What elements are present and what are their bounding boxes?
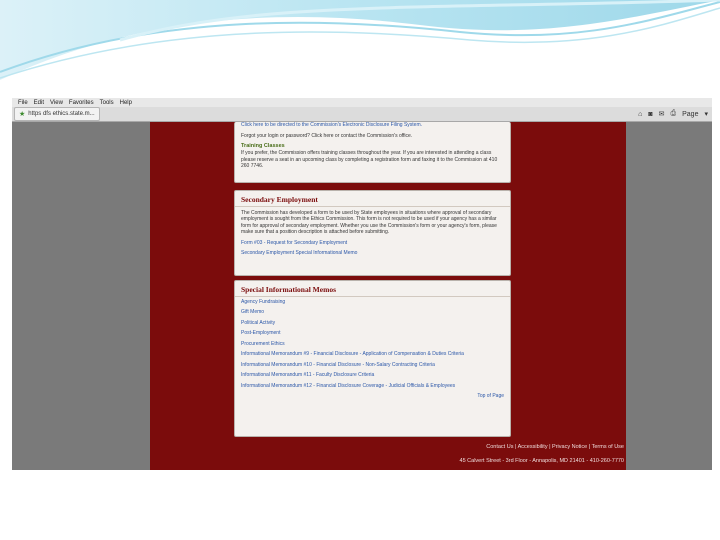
form-03-link[interactable]: Form #03 - Request for Secondary Employm… — [235, 238, 510, 249]
browser-screenshot: File Edit View Favorites Tools Help ★ ht… — [12, 98, 712, 470]
top-of-page-link[interactable]: Top of Page — [235, 391, 510, 402]
training-text: If you prefer, the Commission offers tra… — [241, 150, 498, 170]
training-title: Training Classes — [241, 143, 285, 149]
special-memos-title: Special Informational Memos — [235, 281, 510, 297]
print-icon[interactable]: ⎙ — [671, 110, 677, 118]
memo-link[interactable]: Procurement Ethics — [235, 339, 510, 350]
toolbar-icons: ⌂ ◙ ✉ ⎙ Page ▾ — [638, 110, 712, 118]
menu-tools[interactable]: Tools — [100, 100, 114, 106]
menu-file[interactable]: File — [18, 100, 28, 106]
home-icon[interactable]: ⌂ — [638, 111, 642, 118]
secondary-employment-panel: Secondary Employment The Commission has … — [234, 190, 511, 276]
menu-favorites[interactable]: Favorites — [69, 100, 94, 106]
login-panel: Click here to be directed to the Commiss… — [234, 122, 511, 183]
web-content: Click here to be directed to the Commiss… — [12, 122, 712, 470]
menu-view[interactable]: View — [50, 100, 63, 106]
favorite-star-icon[interactable]: ★ — [19, 110, 25, 118]
memo-link[interactable]: Informational Memorandum #12 - Financial… — [235, 381, 510, 392]
menu-help[interactable]: Help — [120, 100, 132, 106]
menu-edit[interactable]: Edit — [34, 100, 44, 106]
memo-link[interactable]: Informational Memorandum #11 - Faculty D… — [235, 370, 510, 381]
tab-url: https dfs ethics.state.m... — [28, 111, 95, 117]
decorative-swoosh — [0, 0, 720, 80]
footer-address: 45 Calvert Street - 3rd Floor - Annapoli… — [459, 458, 624, 464]
browser-tab[interactable]: ★ https dfs ethics.state.m... — [14, 107, 100, 121]
memo-link[interactable]: Informational Memorandum #10 - Financial… — [235, 360, 510, 371]
memo-link[interactable]: Informational Memorandum #9 - Financial … — [235, 349, 510, 360]
page-menu-icon[interactable]: ▾ — [704, 110, 708, 118]
memo-link[interactable]: Political Activity — [235, 318, 510, 329]
browser-toolbar: ★ https dfs ethics.state.m... ⌂ ◙ ✉ ⎙ Pa… — [12, 107, 712, 122]
memo-link[interactable]: Post-Employment — [235, 328, 510, 339]
mail-icon[interactable]: ✉ — [659, 110, 665, 118]
feeds-icon[interactable]: ◙ — [648, 111, 652, 118]
memo-link[interactable]: Agency Fundraising — [235, 297, 510, 308]
secondary-employment-memo-link[interactable]: Secondary Employment Special Information… — [235, 248, 510, 259]
forgot-login-text[interactable]: Forgot your login or password? Click her… — [235, 133, 510, 140]
page-menu[interactable]: Page — [682, 111, 698, 118]
efiling-link[interactable]: Click here to be directed to the Commiss… — [235, 122, 510, 129]
footer-links[interactable]: Contact Us | Accessibility | Privacy Not… — [234, 444, 624, 450]
special-memos-panel: Special Informational Memos Agency Fundr… — [234, 280, 511, 437]
memo-link[interactable]: Gift Memo — [235, 307, 510, 318]
secondary-employment-title: Secondary Employment — [235, 191, 510, 207]
secondary-employment-text: The Commission has developed a form to b… — [241, 209, 497, 236]
menu-bar: File Edit View Favorites Tools Help — [12, 98, 712, 107]
